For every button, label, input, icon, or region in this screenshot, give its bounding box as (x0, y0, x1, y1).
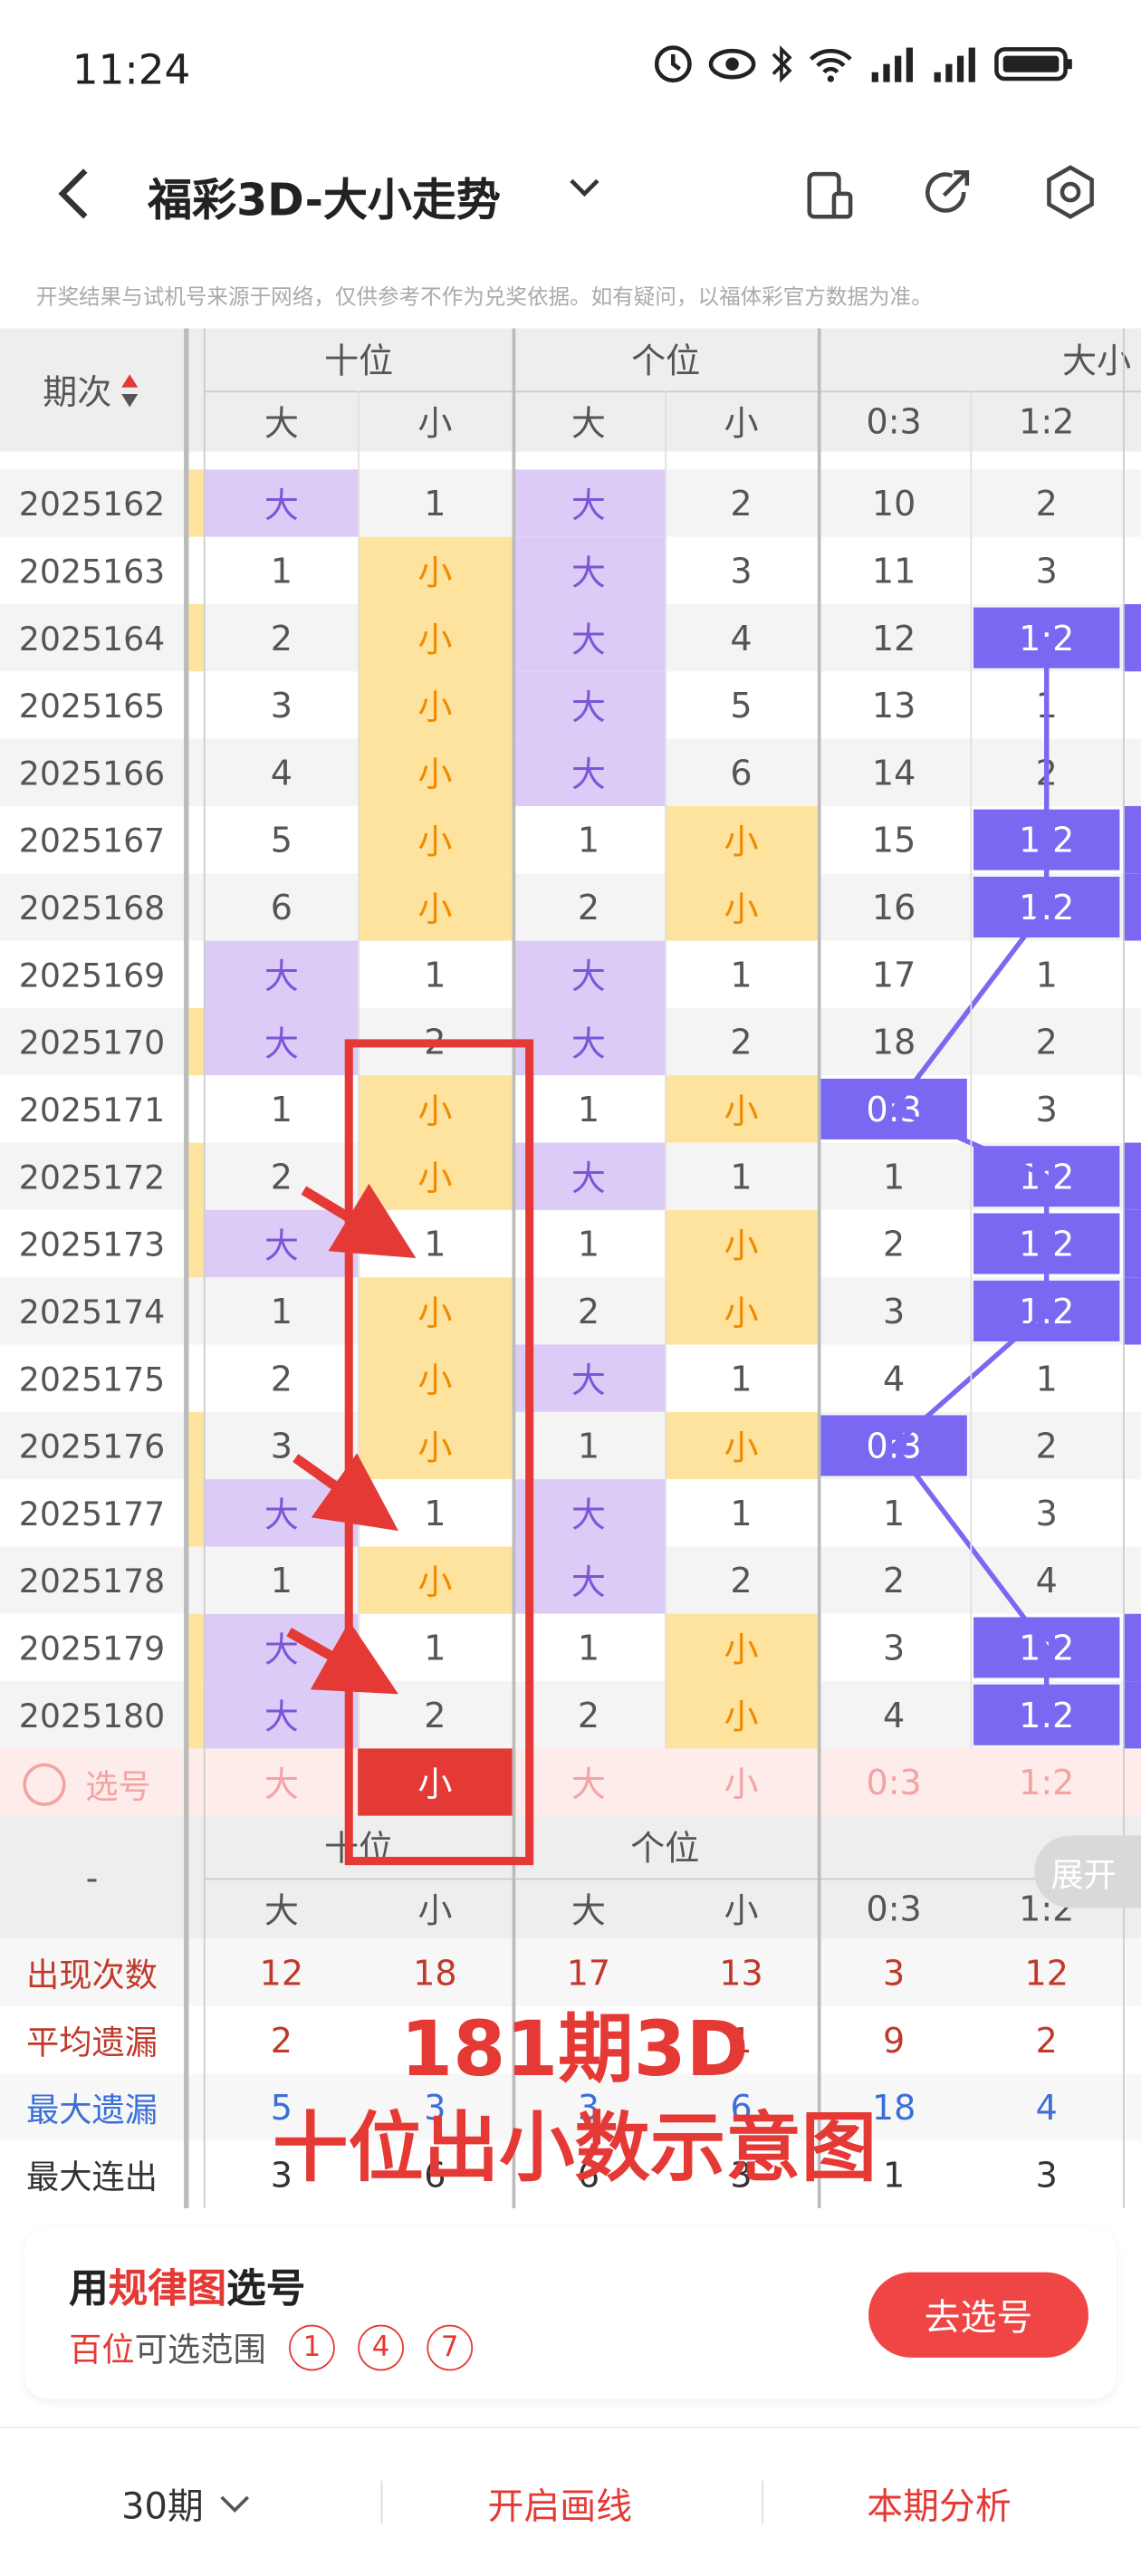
card-title-suffix: 选号 (226, 2265, 306, 2312)
screen: 11:24 福彩3D-大小走势 开奖结果与试机号来源于网络，仅供参考不作为兑奖依… (0, 0, 1141, 2576)
draw-lines-button[interactable]: 开启画线 (487, 2477, 632, 2530)
back-arrow-icon[interactable] (53, 164, 101, 223)
pick-circle: 1 (289, 2323, 335, 2370)
signal-icon-2 (934, 47, 975, 82)
alarm-icon (654, 45, 692, 83)
card-title: 用规律图选号 (69, 2256, 305, 2313)
go-select-button[interactable]: 去选号 (868, 2272, 1088, 2358)
status-time: 11:24 (72, 45, 191, 94)
eye-icon (708, 48, 756, 80)
range-line: 百位 可选范围 1 4 7 (69, 2323, 474, 2371)
wifi-icon (809, 49, 852, 82)
annotation-line2: 十位出小数示意图 (272, 2102, 877, 2192)
range-text: 可选范围 (134, 2330, 266, 2369)
share-icon[interactable] (921, 166, 973, 218)
bottom-bar: 30期 开启画线 本期分析 (0, 2427, 1141, 2576)
status-icons (652, 43, 1076, 85)
card-title-highlight: 规律图 (108, 2265, 227, 2312)
period-label: 30期 (121, 2487, 204, 2529)
phone-icon[interactable] (804, 168, 857, 220)
bluetooth-icon (772, 45, 792, 83)
analysis-button[interactable]: 本期分析 (867, 2477, 1012, 2530)
disclaimer-text: 开奖结果与试机号来源于网络，仅供参考不作为兑奖依据。如有疑问，以福体彩官方数据为… (35, 285, 933, 311)
annotation-arrows (286, 1183, 417, 1695)
pick-circle: 4 (358, 2323, 404, 2370)
expand-button[interactable]: 展开 (1034, 1835, 1141, 1908)
settings-icon[interactable] (1044, 164, 1097, 220)
battery-icon (994, 47, 1072, 82)
annotation-line1: 181期3D (400, 2004, 749, 2094)
range-label: 百位 (69, 2330, 135, 2369)
chevron-down-icon[interactable] (566, 176, 602, 198)
signal-icon (871, 47, 914, 82)
pick-circle: 7 (427, 2323, 474, 2370)
pattern-card: 用规律图选号 百位 可选范围 1 4 7 去选号 (24, 2227, 1117, 2399)
card-title-prefix: 用 (69, 2265, 109, 2312)
chevron-down-icon (220, 2495, 250, 2514)
trend-table: 期次 十位 个位 大小 大小大小 0:3 1:2 2025162 大 1 大 2 10 2 202… (0, 328, 1141, 2208)
status-bar: 11:24 (0, 0, 1141, 135)
period-selector[interactable]: 30期 (121, 2477, 253, 2530)
page-title: 福彩3D-大小走势 (148, 175, 501, 227)
